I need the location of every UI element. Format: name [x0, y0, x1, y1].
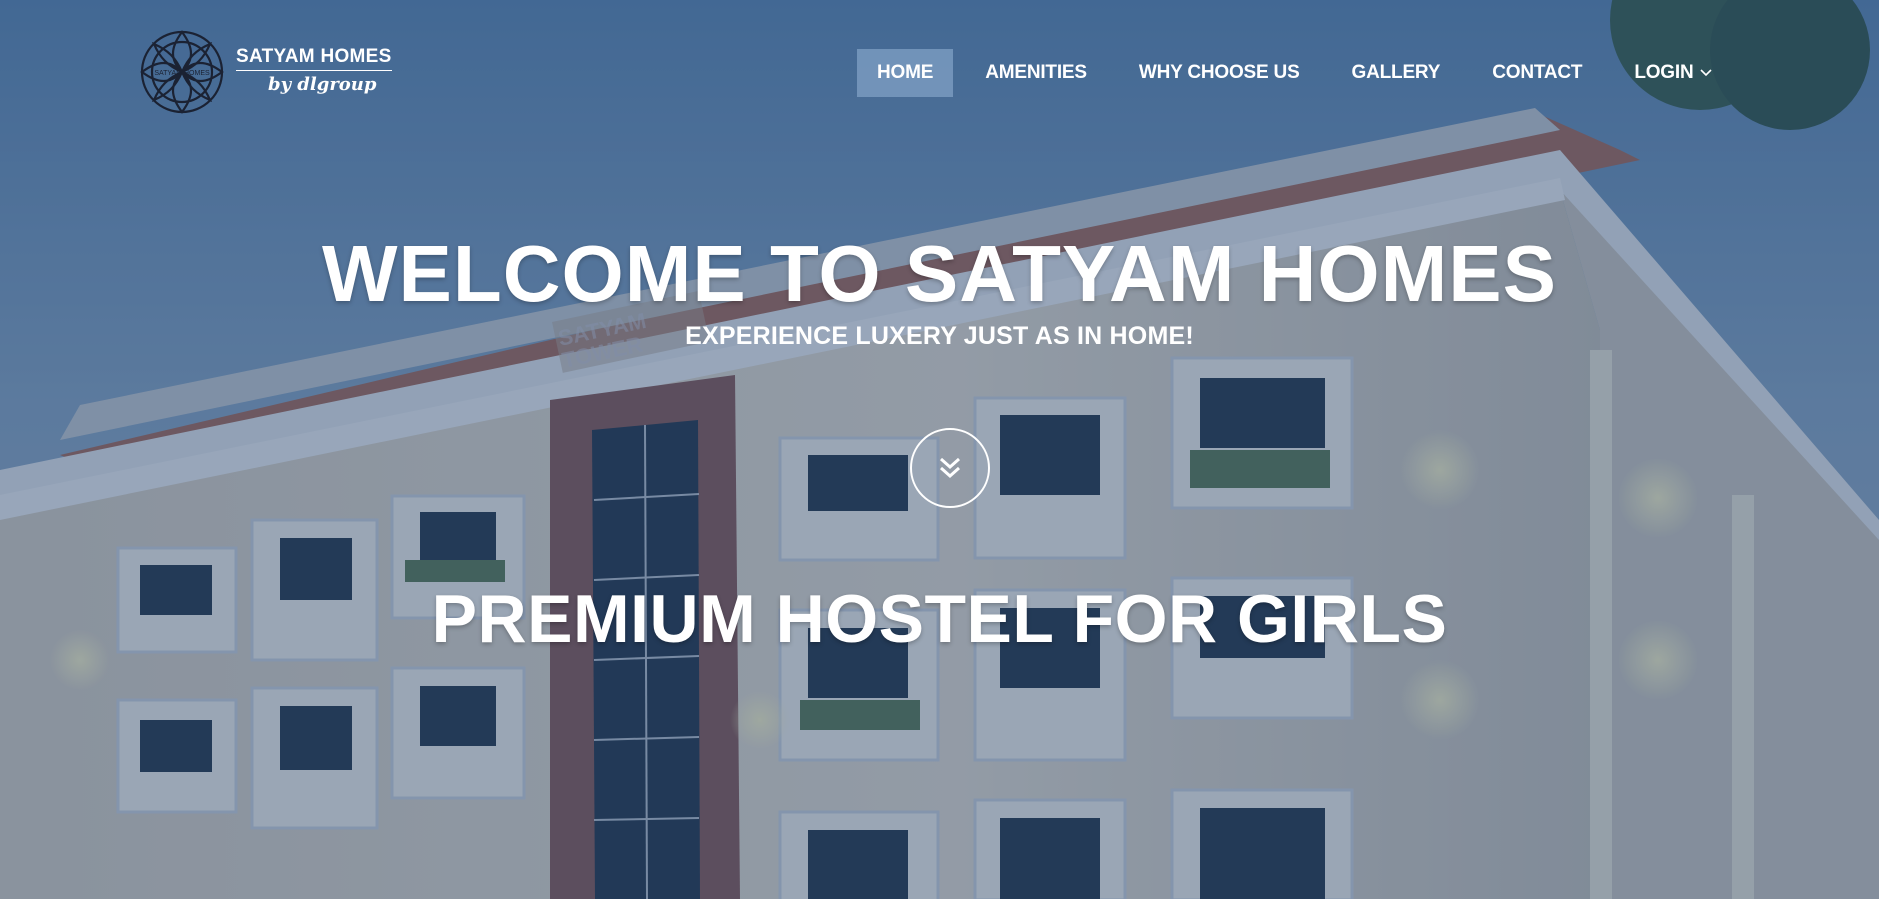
main-navigation: HOME AMENITIES WHY CHOOSE US GALLERY CON…	[857, 49, 1745, 97]
nav-contact[interactable]: CONTACT	[1472, 49, 1602, 97]
scroll-down-button[interactable]	[910, 428, 990, 508]
hero-tagline: PREMIUM HOSTEL FOR GIRLS	[431, 581, 1448, 657]
nav-why-choose-us-label: WHY CHOOSE US	[1138, 62, 1300, 83]
mandala-logo-icon: SATYAM HOMES	[140, 30, 224, 114]
nav-why-choose-us[interactable]: WHY CHOOSE US	[1119, 49, 1320, 97]
nav-home-label: HOME	[877, 62, 934, 83]
nav-home[interactable]: HOME	[857, 49, 954, 97]
nav-gallery-label: GALLERY	[1351, 62, 1441, 83]
nav-contact-label: CONTACT	[1492, 62, 1583, 83]
hero-title: WELCOME TO SATYAM HOMES	[322, 229, 1557, 318]
nav-gallery[interactable]: GALLERY	[1332, 49, 1461, 97]
nav-login-label: LOGIN	[1634, 62, 1694, 83]
double-chevron-down-icon	[940, 457, 960, 479]
chevron-down-icon	[1700, 69, 1713, 77]
nav-amenities-label: AMENITIES	[985, 62, 1087, 83]
svg-text:SATYAM HOMES: SATYAM HOMES	[154, 70, 210, 77]
brand-logo[interactable]: SATYAM HOMES SATYAM HOMES by dlgroup	[138, 24, 392, 120]
hero-subtitle: EXPERIENCE LUXERY JUST AS IN HOME!	[685, 322, 1194, 350]
nav-amenities[interactable]: AMENITIES	[965, 49, 1107, 97]
brand-name: SATYAM HOMES	[236, 46, 392, 71]
nav-login-dropdown[interactable]: LOGIN	[1614, 49, 1733, 97]
brand-tagline: by dlgroup	[268, 73, 377, 95]
